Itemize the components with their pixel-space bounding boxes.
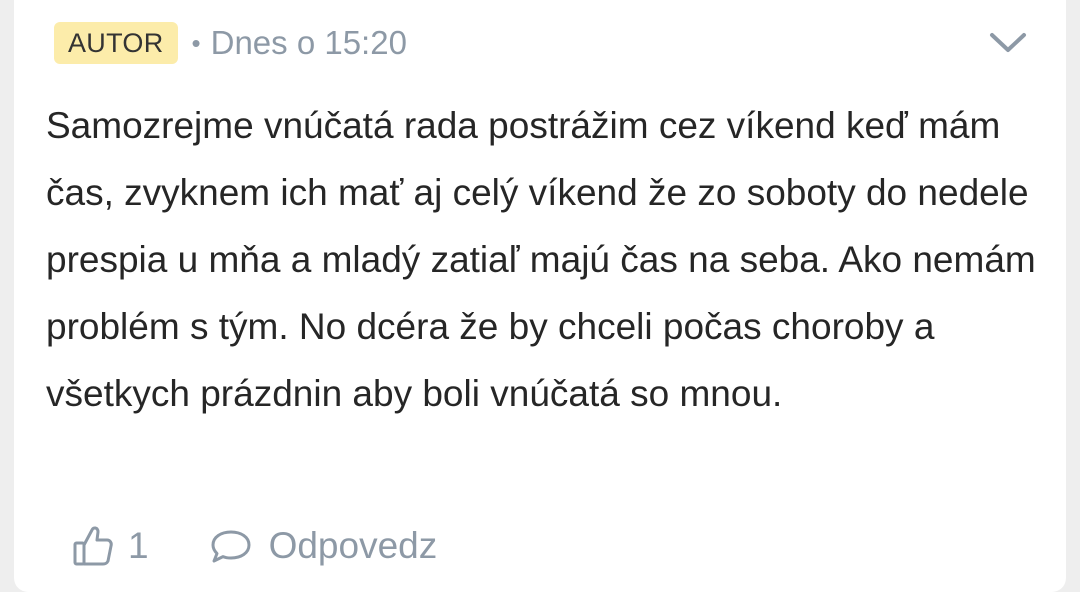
reply-label: Odpovedz bbox=[268, 525, 438, 566]
thumbs-up-icon bbox=[73, 526, 113, 566]
expand-menu-button[interactable] bbox=[986, 26, 1030, 60]
chevron-down-icon bbox=[990, 33, 1026, 52]
speech-bubble-icon bbox=[211, 530, 251, 563]
comment-header: AUTOR • Dnes o 15:20 bbox=[54, 22, 407, 64]
comment-timestamp: Dnes o 15:20 bbox=[210, 24, 407, 61]
like-button[interactable]: 1 bbox=[72, 524, 149, 568]
like-count: 1 bbox=[128, 525, 149, 566]
comment-card: AUTOR • Dnes o 15:20 Samozrejme vnúčatá … bbox=[14, 0, 1066, 592]
reply-button[interactable]: Odpovedz bbox=[209, 525, 438, 567]
meta-separator: • bbox=[191, 27, 201, 58]
comment-text: Samozrejme vnúčatá rada postrážim cez ví… bbox=[46, 105, 1036, 414]
comment-actions: 1 Odpovedz bbox=[72, 518, 437, 574]
author-badge: AUTOR bbox=[54, 22, 178, 64]
